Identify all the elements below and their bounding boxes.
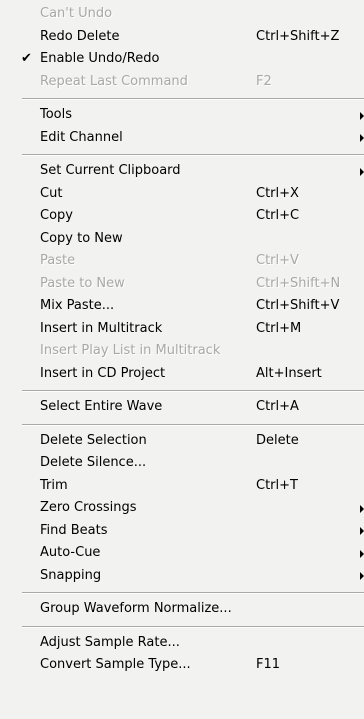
menu-item-repeat-last-command: Repeat Last Command F2 (0, 71, 364, 94)
menu-item-label: Enable Undo/Redo (40, 51, 160, 66)
menu-item-label: Insert in CD Project (40, 365, 166, 381)
menu-item-shortcut: Alt+Insert (256, 365, 322, 381)
menu-item-shortcut: Ctrl+M (256, 320, 302, 336)
menu-item-zero-crossings[interactable]: Zero Crossings (0, 497, 364, 520)
submenu-arrow-icon (360, 111, 364, 120)
menu-item-shortcut: F2 (256, 73, 272, 89)
menu-item-delete-selection[interactable]: Delete Selection Delete (0, 430, 364, 453)
menu-item-label: Zero Crossings (40, 500, 137, 515)
menu-item-label: Copy to New (40, 230, 123, 246)
menu-item-label: Repeat Last Command (40, 73, 188, 89)
menu-item-shortcut: Ctrl+Shift+Z (256, 28, 340, 44)
menu-item-label: Cut (40, 185, 63, 201)
menu-item-label: Delete Selection (40, 432, 147, 448)
menu-item-label: Paste (40, 253, 76, 268)
menu-item-insert-in-cd-project[interactable]: Insert in CD Project Alt+Insert (0, 363, 364, 386)
menu-item-snapping[interactable]: Snapping (0, 565, 364, 588)
menu-item-auto-cue[interactable]: Auto-Cue (0, 542, 364, 565)
menu-item-shortcut: Ctrl+X (256, 185, 299, 201)
menu-item-label: Paste to New (40, 275, 125, 291)
submenu-arrow-icon (360, 134, 364, 142)
menu-item-label: Adjust Sample Rate... (40, 634, 180, 650)
menu-item-label: Group Waveform Normalize... (40, 601, 232, 616)
menu-item-group-waveform-normalize[interactable]: Group Waveform Normalize... (0, 598, 364, 621)
menu-item-shortcut: Ctrl+V (256, 253, 299, 268)
menu-item-label: Copy (40, 208, 73, 223)
submenu-arrow-icon (360, 572, 364, 580)
menu-item-delete-silence[interactable]: Delete Silence... (0, 452, 364, 475)
menu-item-trim[interactable]: Trim Ctrl+T (0, 475, 364, 498)
menu-item-insert-play-list-in-multitrack: Insert Play List in Multitrack (0, 340, 364, 363)
menu-item-cant-undo: Can't Undo (0, 3, 364, 26)
menu-item-copy-to-new[interactable]: Copy to New (0, 228, 364, 251)
menu-item-label: Edit Channel (40, 129, 123, 145)
menu-item-label: Redo Delete (40, 28, 120, 44)
menu-item-insert-in-multitrack[interactable]: Insert in Multitrack Ctrl+M (0, 318, 364, 341)
menu-item-convert-sample-type[interactable]: Convert Sample Type... F11 (0, 654, 364, 677)
menu-item-cut[interactable]: Cut Ctrl+X (0, 183, 364, 206)
menu-item-paste-to-new: Paste to New Ctrl+Shift+N (0, 273, 364, 296)
menu-item-shortcut: Ctrl+A (256, 399, 299, 414)
menu-separator (0, 419, 364, 430)
submenu-arrow-icon (360, 549, 364, 558)
menu-item-shortcut: Ctrl+T (256, 477, 298, 493)
menu-separator (0, 621, 364, 632)
menu-item-enable-undo-redo[interactable]: ✔ Enable Undo/Redo (0, 48, 364, 71)
menu-item-label: Set Current Clipboard (40, 163, 181, 178)
menu-separator (0, 385, 364, 396)
menu-item-label: Mix Paste... (40, 298, 115, 313)
menu-item-shortcut: Ctrl+Shift+N (256, 275, 341, 291)
menu-item-tools[interactable]: Tools (0, 104, 364, 127)
menu-item-label: Insert in Multitrack (40, 320, 163, 336)
menu-item-copy[interactable]: Copy Ctrl+C (0, 205, 364, 228)
menu-item-set-current-clipboard[interactable]: Set Current Clipboard (0, 160, 364, 183)
menu-item-label: Insert Play List in Multitrack (40, 343, 221, 358)
menu-item-select-entire-wave[interactable]: Select Entire Wave Ctrl+A (0, 396, 364, 419)
menu-item-label: Auto-Cue (40, 545, 101, 560)
checkmark-icon: ✔ (21, 51, 32, 66)
menu-item-label: Find Beats (40, 522, 108, 538)
menu-item-label: Convert Sample Type... (40, 657, 191, 672)
menu-item-label: Trim (40, 477, 68, 493)
menu-item-mix-paste[interactable]: Mix Paste... Ctrl+Shift+V (0, 295, 364, 318)
menu-separator (0, 587, 364, 598)
submenu-arrow-icon (360, 504, 364, 513)
menu-item-redo-delete[interactable]: Redo Delete Ctrl+Shift+Z (0, 26, 364, 49)
edit-menu: Can't Undo Redo Delete Ctrl+Shift+Z ✔ En… (0, 0, 364, 719)
menu-item-paste: Paste Ctrl+V (0, 250, 364, 273)
menu-item-label: Snapping (40, 567, 102, 583)
menu-item-shortcut: Delete (256, 432, 299, 448)
menu-item-label: Delete Silence... (40, 455, 147, 470)
menu-item-shortcut: Ctrl+Shift+V (256, 298, 340, 313)
submenu-arrow-icon (360, 167, 364, 176)
menu-separator (0, 93, 364, 104)
menu-item-find-beats[interactable]: Find Beats (0, 520, 364, 543)
menu-item-adjust-sample-rate[interactable]: Adjust Sample Rate... (0, 632, 364, 655)
menu-item-label: Tools (40, 107, 73, 122)
menu-item-shortcut: F11 (256, 657, 281, 672)
submenu-arrow-icon (360, 527, 364, 535)
menu-item-label: Select Entire Wave (40, 399, 163, 414)
menu-separator (0, 149, 364, 160)
menu-item-label: Can't Undo (40, 6, 113, 21)
menu-item-edit-channel[interactable]: Edit Channel (0, 127, 364, 150)
menu-item-shortcut: Ctrl+C (256, 208, 300, 223)
